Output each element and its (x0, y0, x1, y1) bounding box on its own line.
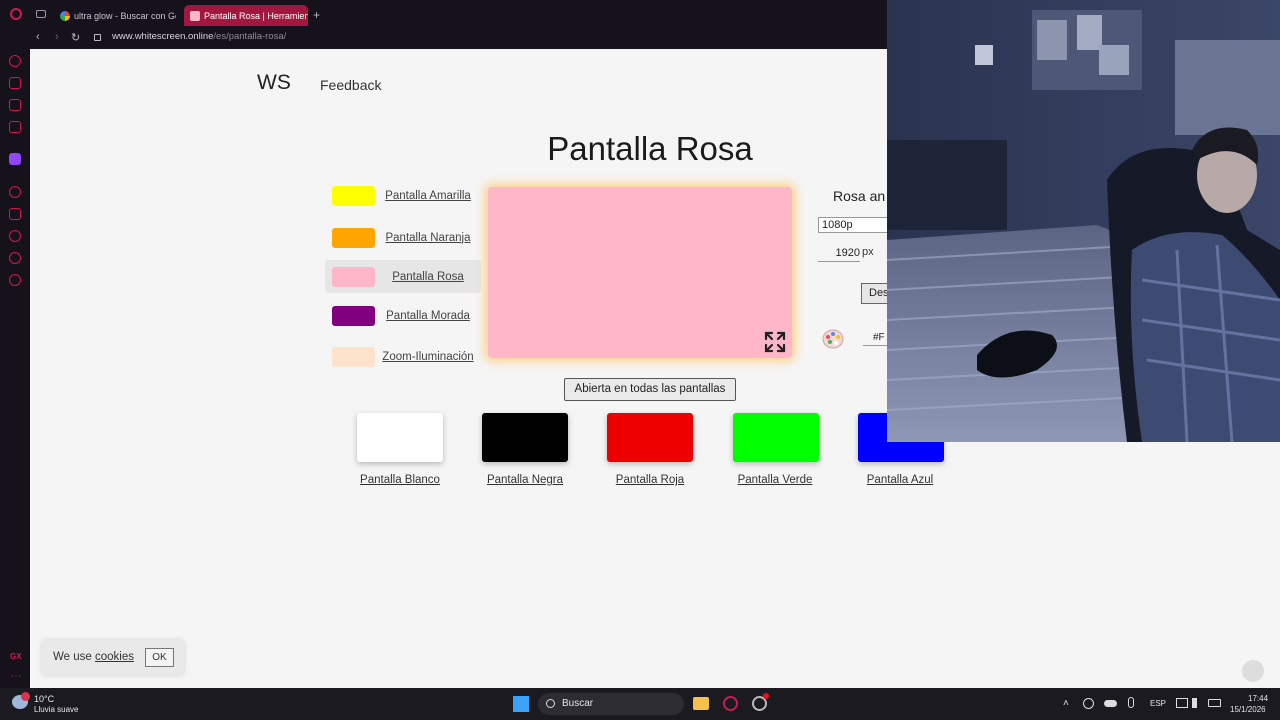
swatch-blanco[interactable] (357, 413, 443, 462)
webcam-overlay (887, 0, 1280, 442)
label-blanco[interactable]: Pantalla Blanco (340, 474, 460, 486)
controls-title: Rosa an (833, 188, 886, 204)
lock-icon (94, 34, 101, 41)
cookie-text: We use cookies (53, 651, 134, 663)
twitch-icon[interactable] (9, 153, 21, 165)
swatch-negra[interactable] (482, 413, 568, 462)
notification-dot-icon (763, 693, 769, 699)
color-preview[interactable] (488, 187, 792, 358)
more-icon[interactable]: ⋯ (11, 671, 21, 682)
windows-taskbar: 10°C Lluvia suave Buscar ˄ ESP 17:44 15/… (0, 688, 1280, 720)
windows-start-icon[interactable] (513, 696, 529, 712)
url-domain: www.whitescreen.online (112, 31, 214, 42)
tab-overview-icon[interactable] (36, 10, 46, 18)
fullscreen-icon[interactable] (764, 331, 786, 353)
tab-google-search[interactable]: ultra glow - Buscar con Goo (54, 5, 176, 26)
menu-item-label: Pantalla Morada (386, 309, 470, 322)
webcam-feed-image (887, 0, 1280, 442)
player-icon[interactable] (9, 186, 21, 198)
browser-sidebar: GX ⋯ (0, 49, 30, 688)
cookie-policy-link[interactable]: cookies (95, 651, 134, 663)
cookie-ok-button[interactable]: OK (145, 648, 174, 667)
menu-item-rosa[interactable]: Pantalla Rosa (325, 260, 481, 293)
microphone-icon[interactable] (1128, 697, 1134, 708)
swatch-roja[interactable] (607, 413, 693, 462)
tab-pantalla-rosa[interactable]: Pantalla Rosa | Herramien (184, 5, 308, 26)
swatch-verde[interactable] (733, 413, 819, 462)
reload-icon[interactable]: ↻ (71, 31, 80, 44)
opera-gx-taskbar-icon[interactable] (723, 696, 738, 711)
onedrive-icon[interactable] (1104, 700, 1117, 707)
page-favicon-icon (190, 10, 200, 21)
language-indicator[interactable]: ESP (1150, 699, 1166, 708)
cookie-banner: We use cookies OK (42, 640, 184, 675)
menu-item-naranja[interactable]: Pantalla Naranja (325, 221, 481, 254)
menu-item-label: Pantalla Naranja (385, 231, 471, 244)
tab-title: ultra glow - Buscar con Goo (74, 10, 176, 21)
history-icon[interactable] (9, 230, 21, 242)
url-path: /es/pantalla-rosa/ (213, 31, 287, 42)
menu-item-label: Pantalla Amarilla (385, 189, 471, 202)
aria-icon[interactable] (9, 55, 21, 67)
taskbar-search[interactable]: Buscar (538, 693, 684, 715)
extensions-icon[interactable] (9, 252, 21, 264)
weather-temp[interactable]: 10°C (34, 694, 54, 704)
color-swatch (332, 346, 375, 367)
menu-item-morada[interactable]: Pantalla Morada (325, 299, 481, 332)
color-swatch (332, 185, 375, 206)
gx-control-icon[interactable] (9, 77, 21, 89)
google-icon (60, 10, 70, 21)
cookie-message: We use (53, 651, 92, 663)
label-negra[interactable]: Pantalla Negra (465, 474, 585, 486)
tab-title: Pantalla Rosa | Herramien (204, 10, 308, 21)
label-roja[interactable]: Pantalla Roja (590, 474, 710, 486)
back-icon[interactable]: ‹ (36, 31, 40, 43)
menu-item-amarilla[interactable]: Pantalla Amarilla (325, 179, 481, 212)
new-tab-button[interactable]: + (313, 8, 320, 22)
file-explorer-icon[interactable] (693, 697, 709, 710)
chevron-up-icon[interactable]: ˄ (1063, 698, 1069, 709)
label-azul[interactable]: Pantalla Azul (840, 474, 960, 486)
gx-logo-icon: GX (10, 652, 22, 661)
weather-desc[interactable]: Lluvia suave (34, 705, 78, 714)
search-icon (546, 699, 555, 708)
network-icon[interactable] (1176, 698, 1188, 708)
sync-icon[interactable] (1083, 698, 1094, 709)
clock-time[interactable]: 17:44 (1248, 694, 1268, 703)
nav-feedback-link[interactable]: Feedback (320, 77, 381, 93)
palette-icon[interactable] (822, 328, 844, 350)
resolution-select[interactable]: 1080p (818, 217, 890, 233)
page-settings-icon[interactable] (1242, 660, 1264, 682)
opera-menu-icon[interactable] (10, 8, 22, 20)
color-swatch (332, 266, 375, 287)
search-placeholder: Buscar (562, 698, 594, 709)
label-verde[interactable]: Pantalla Verde (715, 474, 835, 486)
page-title: Pantalla Rosa (547, 130, 753, 167)
forward-icon[interactable]: › (55, 31, 59, 43)
open-all-screens-button[interactable]: Abierta en todas las pantallas (564, 378, 736, 401)
unit-label: px (862, 246, 874, 258)
battery-icon[interactable] (1208, 699, 1221, 707)
color-swatch (332, 227, 375, 248)
pinboard-icon[interactable] (9, 208, 21, 220)
clock-date[interactable]: 15/1/2026 (1230, 705, 1266, 714)
menu-item-zoom[interactable]: Zoom-Iluminación (325, 340, 481, 373)
menu-item-label: Zoom-Iluminación (382, 350, 474, 363)
color-swatch (332, 305, 375, 326)
volume-icon[interactable] (1192, 698, 1203, 708)
menu-item-label: Pantalla Rosa (392, 270, 464, 283)
messenger-icon[interactable] (9, 99, 21, 111)
weather-badge-icon (21, 692, 30, 701)
music-icon[interactable] (9, 121, 21, 133)
settings-icon[interactable] (9, 274, 21, 286)
width-input[interactable]: 1920 (818, 245, 860, 262)
url-field[interactable]: www.whitescreen.online/es/pantalla-rosa/ (112, 31, 286, 42)
site-logo[interactable]: WS (257, 71, 291, 95)
